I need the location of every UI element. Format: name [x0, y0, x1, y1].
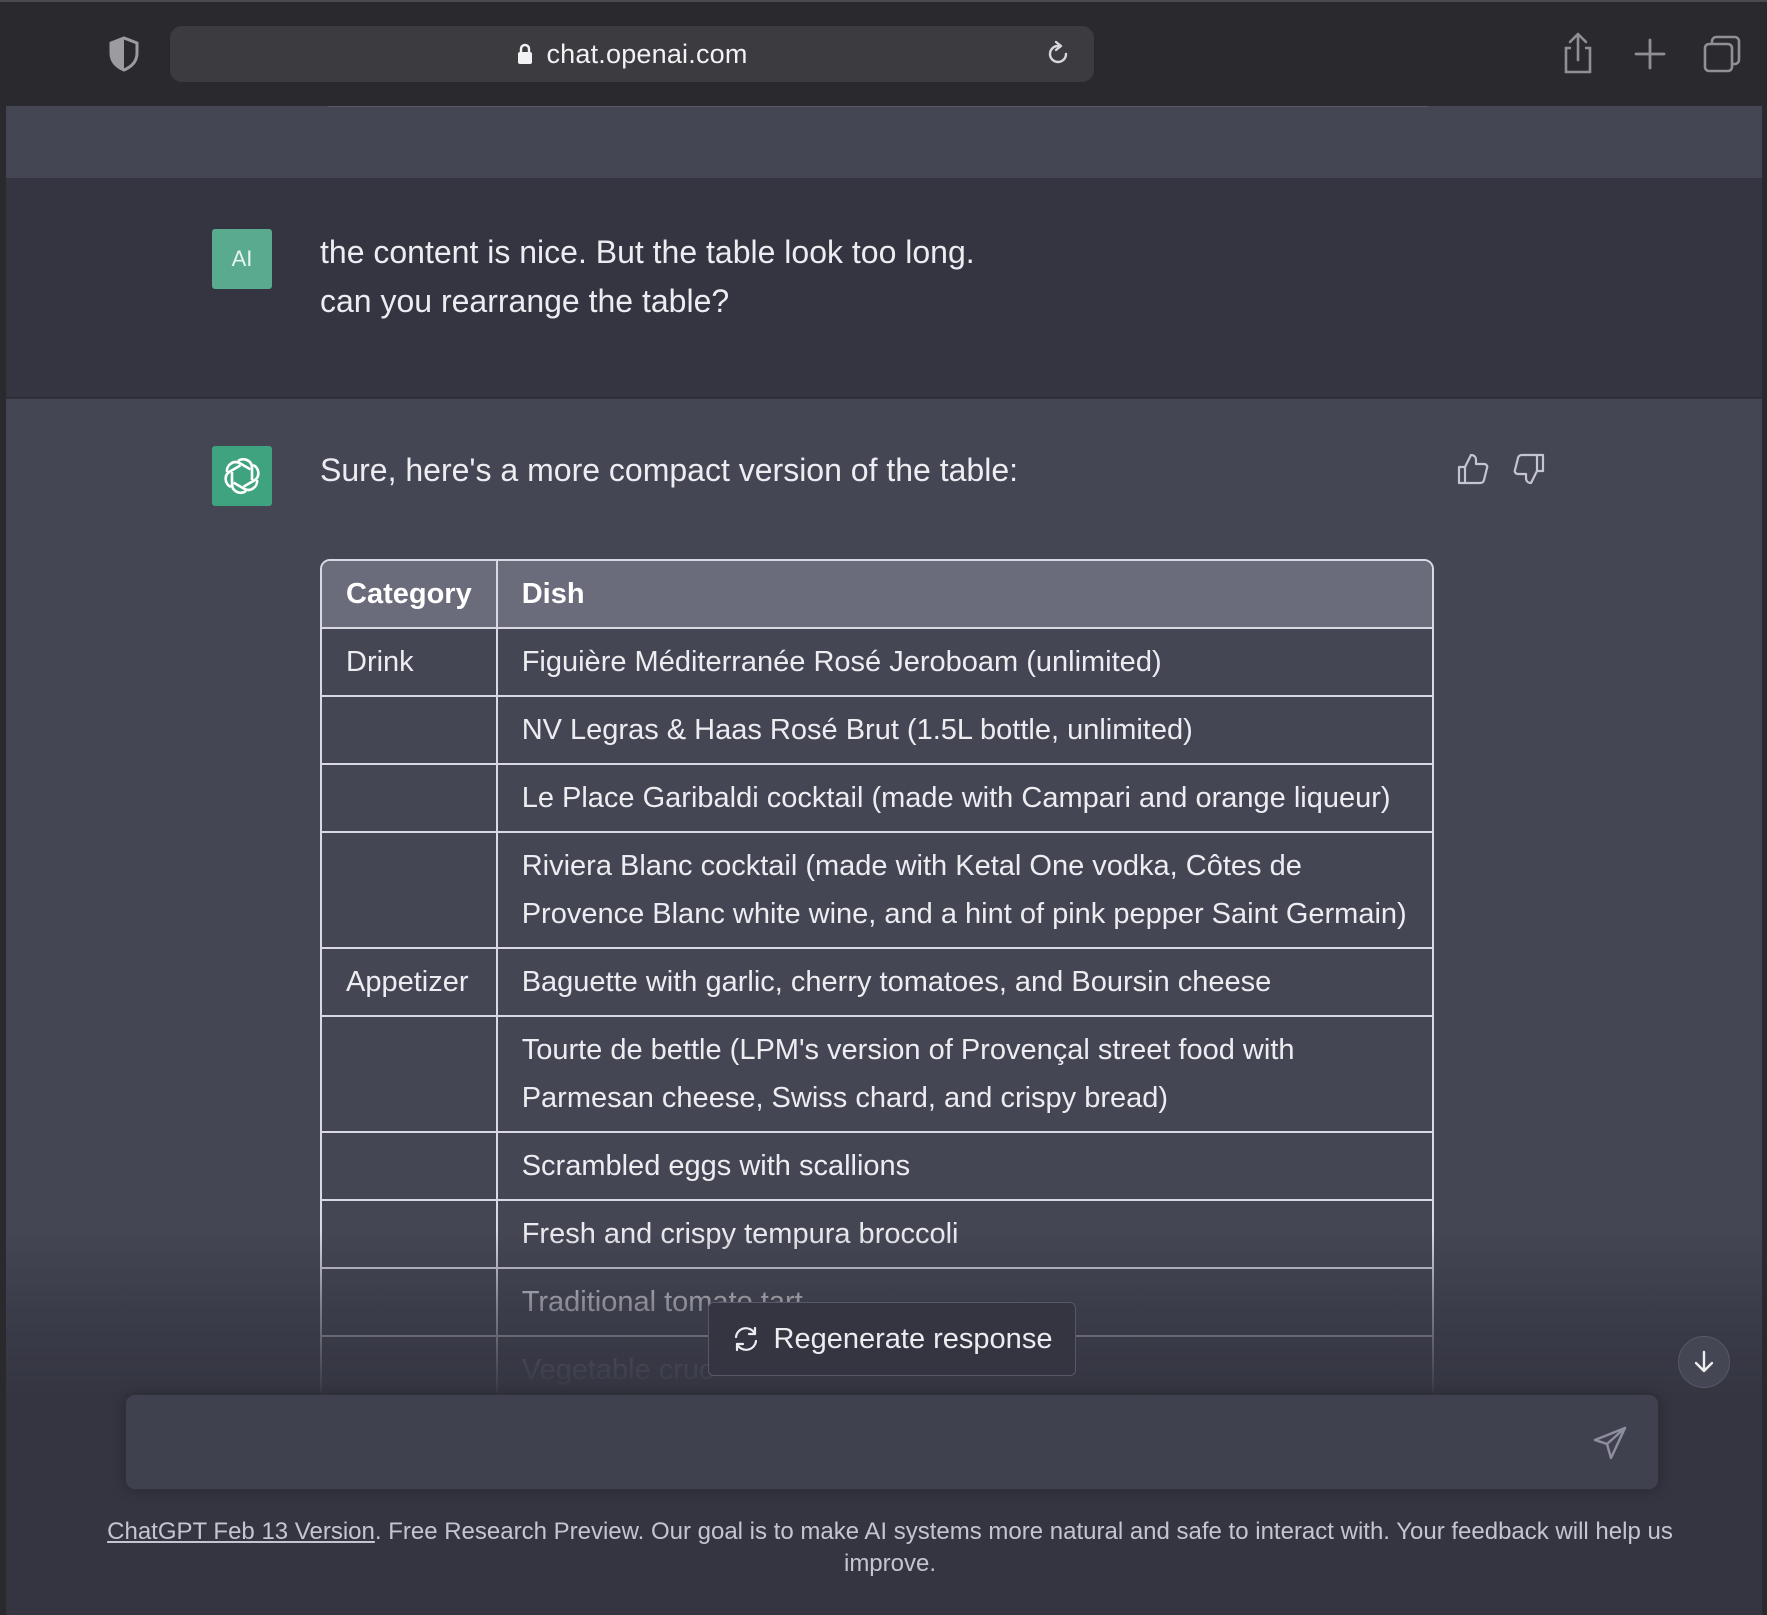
- category-cell: [322, 1133, 498, 1201]
- regenerate-response-label: Regenerate response: [773, 1322, 1053, 1355]
- dish-line: Riviera Blanc cocktail (made with Ketal …: [521, 850, 1302, 882]
- regenerate-response-button[interactable]: Regenerate response: [708, 1302, 1076, 1376]
- user-avatar: AI: [212, 229, 272, 289]
- category-cell: [322, 1017, 498, 1133]
- arrow-down-icon: [1694, 1350, 1714, 1373]
- user-message-text: the content is nice. But the table look …: [320, 228, 1420, 326]
- table-row: Fresh and crispy tempura broccoli: [322, 1201, 1432, 1269]
- assistant-avatar: [212, 446, 272, 506]
- thumbs-up-icon[interactable]: [1456, 452, 1490, 486]
- dish-cell: Figuière Méditerranée Rosé Jeroboam (unl…: [497, 629, 1432, 697]
- assistant-intro-text: Sure, here's a more compact version of t…: [320, 452, 1019, 488]
- table-row: Drink Figuière Méditerranée Rosé Jeroboa…: [322, 629, 1432, 697]
- version-link[interactable]: ChatGPT Feb 13 Version: [107, 1518, 375, 1545]
- dish-line: Scrambled eggs with scallions: [521, 1150, 911, 1182]
- footer-disclaimer: ChatGPT Feb 13 Version. Free Research Pr…: [60, 1516, 1720, 1580]
- user-message-line: can you rearrange the table?: [320, 283, 730, 319]
- previous-message-band: [6, 106, 1762, 178]
- user-message-line: the content is nice. But the table look …: [320, 234, 975, 270]
- message-composer: [125, 1394, 1659, 1490]
- table-row: Le Place Garibaldi cocktail (made with C…: [322, 765, 1432, 833]
- dish-cell: Baguette with garlic, cherry tomatoes, a…: [497, 949, 1432, 1017]
- dish-cell: Riviera Blanc cocktail (made with Ketal …: [497, 833, 1432, 949]
- category-cell: Drink: [322, 629, 498, 697]
- dish-cell: NV Legras & Haas Rosé Brut (1.5L bottle,…: [497, 697, 1432, 765]
- divider: [328, 106, 1428, 107]
- reload-icon[interactable]: [1044, 40, 1072, 68]
- table-row: Riviera Blanc cocktail (made with Ketal …: [322, 833, 1432, 949]
- dish-line: Parmesan cheese, Swiss chard, and crispy…: [521, 1082, 1169, 1114]
- dish-cell: Tourte de bettle (LPM's version of Prove…: [497, 1017, 1432, 1133]
- refresh-icon: [734, 1326, 757, 1352]
- dish-cell: Fresh and crispy tempura broccoli: [497, 1201, 1432, 1269]
- category-cell: [322, 1337, 498, 1393]
- dish-cell: Scrambled eggs with scallions: [497, 1133, 1432, 1201]
- dish-line: Tourte de bettle (LPM's version of Prove…: [521, 1034, 1295, 1066]
- dish-cell: Le Place Garibaldi cocktail (made with C…: [497, 765, 1432, 833]
- category-cell: [322, 1201, 498, 1269]
- category-cell: [322, 697, 498, 765]
- send-icon[interactable]: [1592, 1425, 1628, 1461]
- plus-icon[interactable]: [1630, 32, 1670, 76]
- dish-line: Provence Blanc white wine, and a hint of…: [521, 898, 1407, 930]
- window-edge-right: [1762, 106, 1767, 1615]
- share-icon[interactable]: [1558, 32, 1598, 76]
- openai-logo-icon: [224, 457, 260, 495]
- browser-toolbar: chat.openai.com: [0, 0, 1767, 106]
- column-header-category: Category: [322, 561, 498, 629]
- footer-text: . Free Research Preview. Our goal is to …: [374, 1518, 1673, 1577]
- tabs-overview-icon[interactable]: [1702, 32, 1742, 76]
- table-row: Scrambled eggs with scallions: [322, 1133, 1432, 1201]
- message-input[interactable]: [146, 1415, 1566, 1471]
- dish-line: NV Legras & Haas Rosé Brut (1.5L bottle,…: [521, 714, 1193, 746]
- column-header-dish: Dish: [497, 561, 1432, 629]
- menu-table: Category Dish Drink Figuière Méditerrané…: [320, 559, 1434, 1393]
- address-bar[interactable]: chat.openai.com: [170, 26, 1094, 82]
- table-row: Tourte de bettle (LPM's version of Prove…: [322, 1017, 1432, 1133]
- lock-icon: [518, 43, 533, 64]
- scroll-to-bottom-button[interactable]: [1678, 1336, 1730, 1388]
- thumbs-down-icon[interactable]: [1512, 452, 1546, 486]
- table-header-row: Category Dish: [322, 561, 1432, 629]
- url-text: chat.openai.com: [546, 38, 748, 69]
- dish-line: Fresh and crispy tempura broccoli: [521, 1218, 959, 1250]
- category-cell: [322, 765, 498, 833]
- table-row: NV Legras & Haas Rosé Brut (1.5L bottle,…: [322, 697, 1432, 765]
- category-cell: [322, 1269, 498, 1337]
- category-cell: Appetizer: [322, 949, 498, 1017]
- menu-table-container: Category Dish Drink Figuière Méditerrané…: [320, 559, 1434, 1393]
- dish-line: Le Place Garibaldi cocktail (made with C…: [521, 782, 1391, 814]
- category-cell: [322, 833, 498, 949]
- table-row: Appetizer Baguette with garlic, cherry t…: [322, 949, 1432, 1017]
- dish-line: Figuière Méditerranée Rosé Jeroboam (unl…: [521, 646, 1162, 678]
- dish-line: Baguette with garlic, cherry tomatoes, a…: [521, 966, 1272, 998]
- shield-icon[interactable]: [108, 36, 140, 72]
